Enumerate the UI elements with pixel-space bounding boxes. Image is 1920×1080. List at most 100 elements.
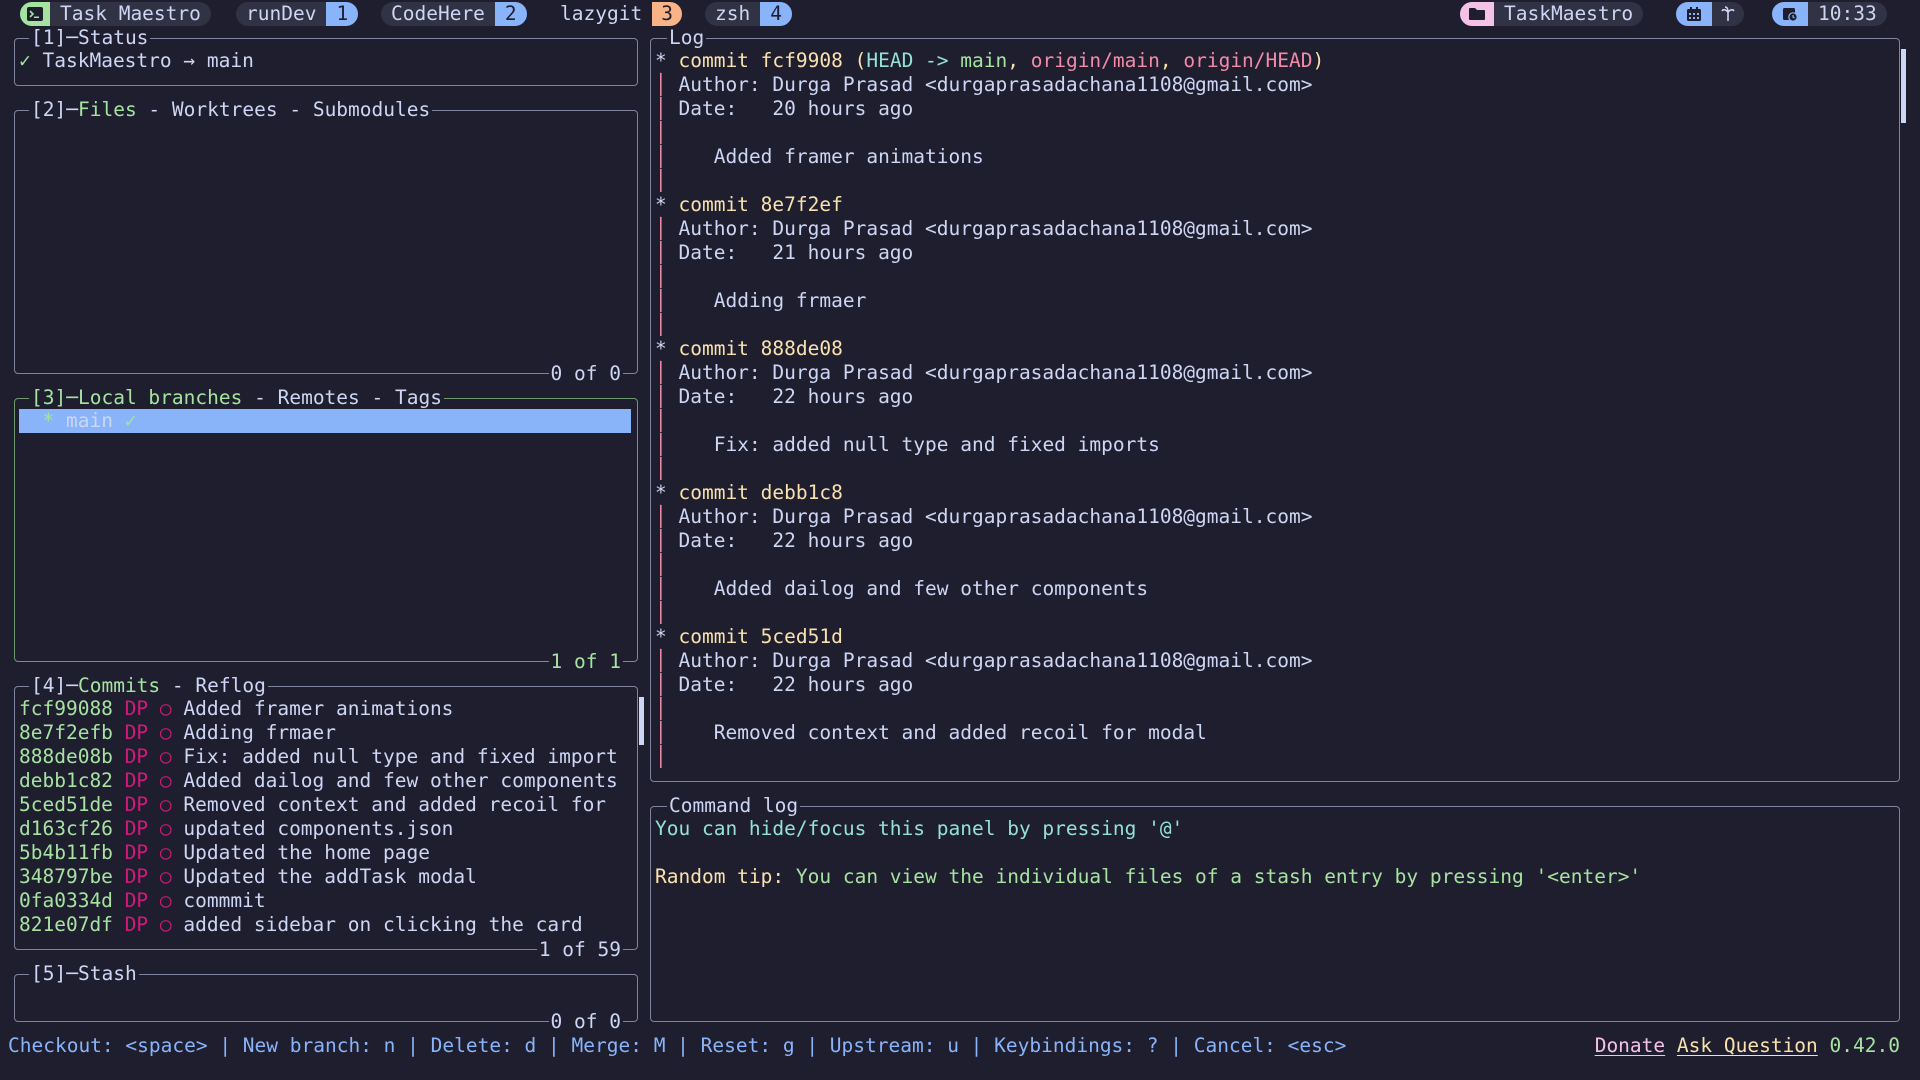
graph-line-icon: │ — [655, 361, 679, 384]
stash-panel[interactable]: [5]─Stash 0 of 0 — [14, 962, 638, 1034]
arrow-icon: → — [183, 49, 196, 72]
status-line: ✓ TaskMaestro → main — [19, 49, 254, 73]
window-label: CodeHere — [391, 2, 485, 25]
window-tab-rundev[interactable]: runDev 1 — [236, 2, 359, 26]
session-pill[interactable]: Task Maestro — [20, 2, 211, 26]
commit-graph-node-icon: ○ — [159, 745, 172, 768]
log-message: │ Removed context and added recoil for m… — [655, 721, 1207, 745]
window-label: runDev — [246, 2, 317, 25]
commit-message: commmit — [183, 889, 266, 912]
window-index: 4 — [760, 2, 792, 26]
commit-row[interactable]: debb1c82 DP ○ Added dailog and few other… — [19, 769, 618, 793]
graph-line-icon: │ — [655, 457, 679, 480]
log-date: Date: 22 hours ago — [678, 673, 914, 696]
log-author: │ Author: Durga Prasad <durgaprasadachan… — [655, 361, 1312, 385]
session-name: Task Maestro — [60, 2, 201, 25]
check-icon: ✓ — [19, 49, 31, 72]
commit-row[interactable]: 0fa0334d DP ○ commmit — [19, 889, 266, 913]
branches-panel-title: [3]─Local branches - Remotes - Tags — [29, 386, 444, 410]
clock-icon — [1772, 2, 1808, 26]
donate-link[interactable]: Donate — [1595, 1034, 1665, 1057]
current-branch-marker: * — [42, 409, 55, 432]
log-blank-line: │ — [655, 697, 678, 721]
window-tab-codehere[interactable]: CodeHere 2 — [381, 2, 527, 26]
tab-worktrees[interactable]: Worktrees — [172, 98, 278, 121]
commit-message: updated components.json — [183, 817, 454, 840]
commit-row[interactable]: 5ced51de DP ○ Removed context and added … — [19, 793, 606, 817]
tab-commits[interactable]: Commits — [78, 674, 160, 697]
tab-reflog[interactable]: Reflog — [195, 674, 265, 697]
commit-row[interactable]: fcf99088 DP ○ Added framer animations — [19, 697, 453, 721]
branches-panel[interactable]: [3]─Local branches - Remotes - Tags * ma… — [14, 386, 638, 674]
tab-files[interactable]: Files — [78, 98, 137, 121]
commit-graph-node-icon: ○ — [159, 865, 172, 888]
log-author: Author: Durga Prasad <durgaprasadachana1… — [678, 649, 1313, 672]
log-blank-line: │ — [655, 601, 678, 625]
graph-star-icon: * — [655, 337, 679, 360]
log-author: │ Author: Durga Prasad <durgaprasadachan… — [655, 505, 1312, 529]
log-blank-line: │ — [655, 745, 678, 769]
log-message: Fix: added null type and fixed imports — [713, 433, 1160, 456]
files-panel[interactable]: [2]─Files - Worktrees - Submodules 0 of … — [14, 98, 638, 386]
graph-line-icon: │ — [655, 73, 679, 96]
palm-tree-icon — [1712, 2, 1744, 26]
command-log-panel[interactable]: Command log You can hide/focus this pane… — [650, 794, 1900, 1022]
log-message: Removed context and added recoil for mod… — [713, 721, 1207, 744]
window-tab-lazygit[interactable]: lazygit 3 — [560, 2, 682, 26]
commit-author: DP — [124, 697, 149, 720]
tab-local-branches[interactable]: Local branches — [78, 386, 242, 409]
commit-keyword: commit — [678, 49, 761, 72]
graph-star-icon: * — [655, 49, 679, 72]
commit-row[interactable]: d163cf26 DP ○ updated components.json — [19, 817, 453, 841]
tab-tags[interactable]: Tags — [395, 386, 442, 409]
commit-row[interactable]: 8e7f2efb DP ○ Adding frmaer — [19, 721, 336, 745]
directory-label: TaskMaestro — [1504, 2, 1634, 25]
graph-line-icon: │ — [655, 433, 679, 456]
commit-hash: 5b4b11fb — [19, 841, 113, 864]
commit-row[interactable]: 5b4b11fb DP ○ Updated the home page — [19, 841, 430, 865]
status-panel[interactable]: [1]─Status ✓ TaskMaestro → main — [14, 26, 638, 86]
log-date: │ Date: 22 hours ago — [655, 529, 913, 553]
files-count: 0 of 0 — [548, 362, 623, 386]
log-message: │ Added framer animations — [655, 145, 984, 169]
tab-submodules[interactable]: Submodules — [313, 98, 430, 121]
log-blank-line: │ — [655, 409, 678, 433]
commit-row[interactable]: 888de08b DP ○ Fix: added null type and f… — [19, 745, 618, 769]
log-scrollbar[interactable] — [1901, 49, 1906, 123]
log-commit-hash: 5ced51d — [760, 625, 843, 648]
graph-line-icon: │ — [655, 697, 679, 720]
log-message: Added dailog and few other components — [713, 577, 1149, 600]
log-blank-line: │ — [655, 265, 678, 289]
commit-row[interactable]: 348797be DP ○ Updated the addTask modal — [19, 865, 477, 889]
commits-scrollbar[interactable] — [639, 697, 644, 745]
commit-hash: fcf99088 — [19, 697, 113, 720]
log-panel-title: Log — [667, 26, 707, 50]
branch-name: main — [206, 49, 254, 72]
command-log-hint: You can hide/focus this panel by pressin… — [655, 817, 1184, 840]
log-author: Author: Durga Prasad <durgaprasadachana1… — [678, 361, 1313, 384]
log-commit-hash: 8e7f2ef — [760, 193, 843, 216]
ref-paren: ( — [842, 49, 867, 72]
commit-author: DP — [124, 889, 149, 912]
graph-line-icon: │ — [655, 721, 679, 744]
commit-keyword: commit — [678, 625, 761, 648]
commit-graph-node-icon: ○ — [159, 793, 172, 816]
commit-row[interactable]: 821e07df DP ○ added sidebar on clicking … — [19, 913, 583, 937]
tab-remotes[interactable]: Remotes — [278, 386, 360, 409]
commit-message: Updated the home page — [183, 841, 430, 864]
commits-panel[interactable]: [4]─Commits - Reflog fcf99088 DP ○ Added… — [14, 674, 644, 962]
clock-pill: 10:33 — [1772, 2, 1887, 26]
log-blank-line: │ — [655, 169, 678, 193]
log-panel[interactable]: Log * commit fcf9908 (HEAD -> main, orig… — [650, 26, 1906, 782]
folder-icon — [1460, 2, 1494, 26]
window-tab-zsh[interactable]: zsh 4 — [705, 2, 792, 26]
commit-message: Added framer animations — [183, 697, 454, 720]
ask-question-link[interactable]: Ask Question — [1677, 1034, 1818, 1057]
branch-item-main[interactable]: * main ✓ — [19, 409, 136, 433]
keybindings-hint: Checkout: <space> | New branch: n | Dele… — [8, 1034, 1347, 1057]
log-commit-header: * commit 888de08 — [655, 337, 843, 361]
log-date: Date: 20 hours ago — [678, 97, 914, 120]
log-blank-line: │ — [655, 553, 678, 577]
commit-graph-node-icon: ○ — [159, 841, 172, 864]
random-tip-text: You can view the individual files of a s… — [795, 865, 1642, 888]
